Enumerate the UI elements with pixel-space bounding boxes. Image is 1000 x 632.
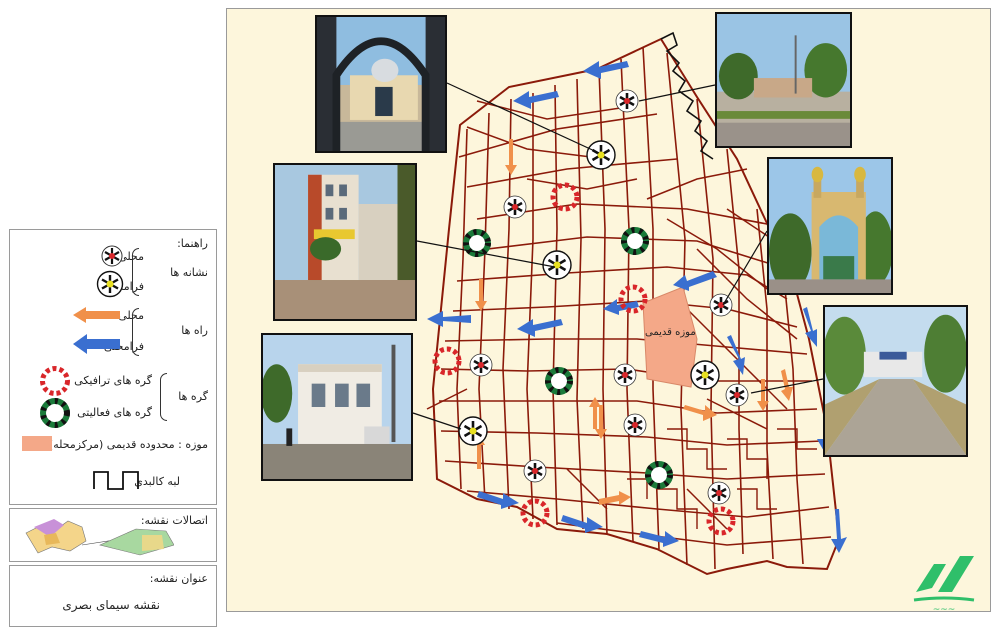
legend-title: راهنما: bbox=[177, 237, 208, 250]
landmark-local-icon bbox=[101, 245, 123, 267]
map-title-label: عنوان نقشه: bbox=[149, 572, 208, 585]
activity-node-icon bbox=[40, 398, 70, 428]
photo-street-building bbox=[273, 163, 417, 321]
landmark-regional-markers bbox=[457, 139, 721, 447]
location-minimap bbox=[25, 519, 174, 556]
museum-swatch bbox=[22, 436, 52, 451]
legend-brace bbox=[132, 308, 139, 356]
legend-landmarks-group: نشانه ها bbox=[170, 266, 208, 279]
regional-road-arrow-icon bbox=[73, 334, 120, 354]
photo-pathway bbox=[823, 305, 968, 457]
physical-edge-icon bbox=[93, 471, 139, 490]
legend-roads-group: راه ها bbox=[181, 324, 208, 337]
legend-node-traffic-label: گره های ترافیکی bbox=[74, 374, 152, 387]
local-road-arrow-icon bbox=[73, 307, 120, 323]
photo-mosque bbox=[315, 15, 447, 153]
legend-brace bbox=[160, 373, 167, 421]
photo-park bbox=[715, 12, 852, 148]
svg-text:~~~: ~~~ bbox=[933, 605, 956, 615]
legend-museum-label: موزه : محدوده قدیمی (مرکزمحله) bbox=[48, 438, 208, 451]
map-title-panel: عنوان نقشه: نقشه سیمای بصری bbox=[9, 565, 217, 627]
photo-white-building bbox=[261, 333, 413, 481]
photo-shrine-gate bbox=[767, 157, 893, 295]
legend-nodes-group: گره ها bbox=[178, 390, 208, 403]
traffic-node-icon bbox=[40, 366, 70, 396]
legend-node-activity-label: گره های فعالیتی bbox=[77, 406, 152, 419]
map-connections-panel: اتصالات نقشه: bbox=[9, 508, 217, 562]
museum-label: موزه قدیمی bbox=[645, 327, 696, 338]
legend-panel: راهنما: محلی فرامحلی نشانه ها محلی فرامح… bbox=[9, 229, 217, 505]
map-panel: موزه قدیمی bbox=[226, 8, 991, 612]
brand-logo: ~~~ bbox=[913, 556, 975, 615]
map-title-value: نقشه سیمای بصری bbox=[62, 598, 160, 612]
legend-brace bbox=[132, 248, 139, 296]
landmark-regional-icon bbox=[96, 270, 124, 298]
